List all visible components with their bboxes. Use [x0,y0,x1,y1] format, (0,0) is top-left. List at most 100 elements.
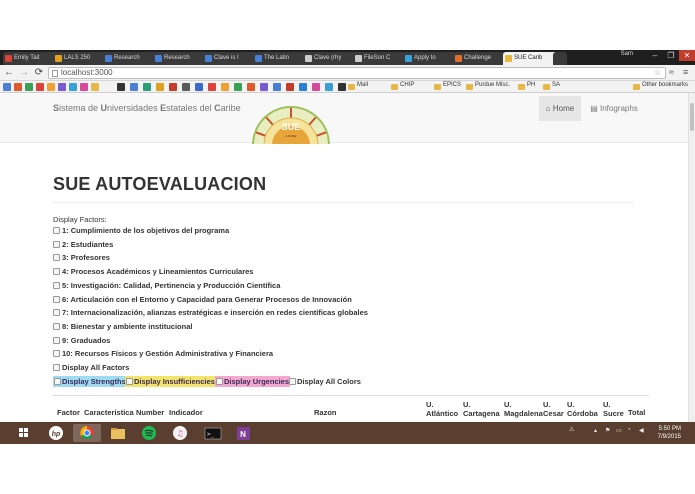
bookmark-favicon-icon[interactable] [221,83,229,91]
profile-name[interactable]: Sam [621,51,633,57]
bookmark-favicon-icon[interactable] [325,83,333,91]
bookmark-favicon-icon[interactable] [338,83,346,91]
notification-warning-icon[interactable]: ⚠ [569,426,574,433]
address-bar[interactable]: localhost:3000 ☆ [48,67,666,79]
bookmark-favicon-icon[interactable] [286,83,294,91]
action-center-icon[interactable]: ⚑ [605,427,610,434]
bookmark-favicon-icon[interactable] [299,83,307,91]
bookmark-favicon-icon[interactable] [80,83,88,91]
header-u-sucre[interactable]: U. Sucre [603,400,624,418]
checkbox[interactable] [53,350,60,358]
header-u-magdalena[interactable]: U. Magdalena [504,400,543,418]
bookmark-chip[interactable]: CHIP [400,82,414,88]
bookmark-favicon-icon[interactable] [260,83,268,91]
bookmark-favicon-icon[interactable] [69,83,77,91]
bookmark-favicon-icon[interactable] [36,83,44,91]
factor-option[interactable]: 4: Procesos Académicos y Lineamientos Cu… [53,267,253,277]
bookmark-favicon-icon[interactable] [182,83,190,91]
header-caracteristica[interactable]: Característica [84,408,134,417]
site-brand[interactable]: Sistema de Universidades Estatales del C… [53,103,241,113]
factor-option[interactable]: 9: Graduados [53,336,110,346]
factor-option[interactable]: 7: Internacionalización, alianzas estrat… [53,308,368,318]
chrome-app[interactable] [73,424,101,442]
checkbox[interactable] [216,378,223,385]
factor-option[interactable]: 10: Recursos Físicos y Gestión Administr… [53,349,273,359]
bookmark-favicon-icon[interactable] [156,83,164,91]
minimize-button[interactable]: – [647,50,663,61]
bookmark-favicon-icon[interactable] [47,83,55,91]
checkbox[interactable] [53,240,60,248]
file-explorer-app[interactable] [104,424,132,442]
bookmark-favicon-icon[interactable] [143,83,151,91]
checkbox[interactable] [53,309,60,317]
display-strengths-toggle[interactable]: Display Strengths [53,376,127,387]
tray-expand-icon[interactable]: ▴ [594,427,597,434]
checkbox[interactable] [53,322,60,330]
checkbox[interactable] [54,378,61,385]
bookmark-favicon-icon[interactable] [3,83,11,91]
wifi-icon[interactable]: ◔ [627,427,631,433]
bookmark-favicon-icon[interactable] [208,83,216,91]
new-tab-button[interactable] [553,52,567,65]
nav-infographs-link[interactable]: ▤ Infographs [586,96,642,121]
header-number[interactable]: Number [136,408,164,417]
checkbox[interactable] [53,281,60,289]
bookmark-star-icon[interactable]: ☆ [654,68,661,78]
factor-option[interactable]: 5: Investigación: Calidad, Pertinencia y… [53,281,280,291]
bookmark-purdue-misc[interactable]: Purdue Misc. [475,82,510,88]
bookmark-favicon-icon[interactable] [169,83,177,91]
scrollbar-thumb[interactable] [690,103,694,131]
bookmark-favicon-icon[interactable] [273,83,281,91]
nav-home-link[interactable]: ⌂ Home [539,96,581,121]
itunes-app[interactable]: ♫ [166,424,194,442]
factor-option[interactable]: 1: Cumplimiento de los objetivos del pro… [53,226,229,236]
system-clock[interactable]: 5:50 PM 7/9/2015 [658,425,681,441]
display-all-factors-option[interactable]: Display All Factors [53,363,129,373]
battery-icon[interactable]: ▭ [616,427,622,434]
close-window-button[interactable]: ✕ [679,50,695,61]
forward-button[interactable]: → [18,67,30,79]
header-factor[interactable]: Factor [57,408,80,417]
header-total[interactable]: Total [628,408,645,417]
volume-icon[interactable]: ◀ [639,427,644,434]
bookmark-favicon-icon[interactable] [312,83,320,91]
header-razon[interactable]: Razon [314,408,337,417]
header-indicador[interactable]: Indicador [169,408,203,417]
maximize-button[interactable]: ❐ [663,50,679,61]
header-u-cordoba[interactable]: U. Córdoba [567,400,598,418]
display-insufficiencies-toggle[interactable]: Display Insufficiencies [125,376,216,387]
bookmark-favicon-icon[interactable] [234,83,242,91]
terminal-app[interactable]: >_ [199,424,227,442]
back-button[interactable]: ← [3,67,15,79]
hp-app[interactable]: hp [42,424,70,442]
display-urgencies-toggle[interactable]: Display Urgencies [215,376,291,387]
bookmark-favicon-icon[interactable] [247,83,255,91]
checkbox[interactable] [53,268,60,276]
bookmark-favicon-icon[interactable] [195,83,203,91]
bookmark-sa[interactable]: SA [552,82,560,88]
checkbox[interactable] [289,378,296,385]
bookmark-favicon-icon[interactable] [25,83,33,91]
checkbox[interactable] [126,378,133,385]
header-u-cartagena[interactable]: U. Cartagena [463,400,500,418]
bookmark-mail[interactable]: Mail [357,82,368,88]
bookmark-favicon-icon[interactable] [91,83,99,91]
start-button[interactable] [10,424,38,442]
factor-option[interactable]: 8: Bienestar y ambiente institucional [53,322,192,332]
chrome-menu-icon[interactable]: ≡ [683,67,688,77]
factor-option[interactable]: 6: Articulación con el Entorno y Capacid… [53,295,352,305]
bookmark-favicon-icon[interactable] [117,83,125,91]
checkbox[interactable] [53,336,60,344]
checkbox[interactable] [53,254,60,262]
factor-option[interactable]: 2: Estudiantes [53,240,113,250]
spotify-app[interactable] [135,424,163,442]
header-u-atlantico[interactable]: U. Atlántico [426,400,458,418]
bookmark-ph[interactable]: PH [527,82,535,88]
header-u-cesar[interactable]: U. Cesar [543,400,564,418]
checkbox[interactable] [53,295,60,303]
page-scrollbar[interactable] [688,93,695,422]
checkbox[interactable] [53,364,60,371]
onenote-app[interactable]: N [230,424,258,442]
factor-option[interactable]: 3: Profesores [53,253,110,263]
bookmark-favicon-icon[interactable] [58,83,66,91]
